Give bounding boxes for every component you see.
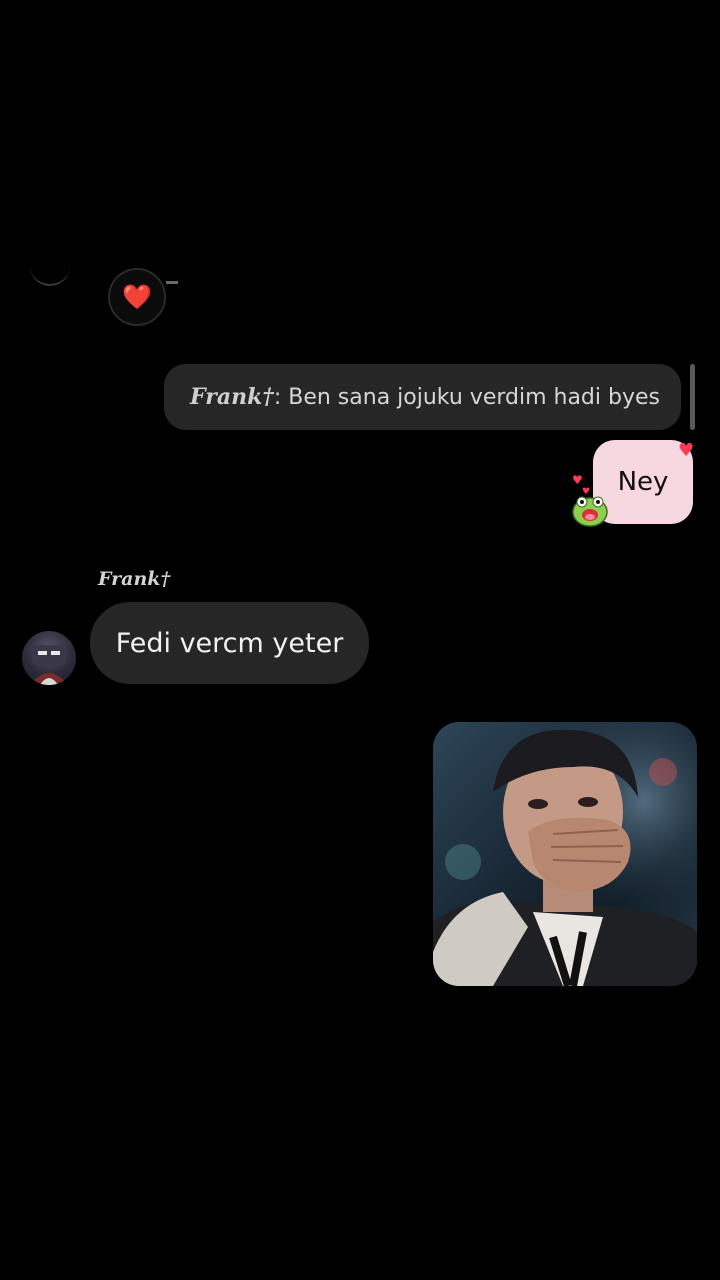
reaction-emoji: ❤️ <box>122 283 152 311</box>
photo-message[interactable] <box>433 722 697 986</box>
svg-text:♥: ♥ <box>582 487 590 497</box>
reply-preview[interactable]: Frank†: Ben sana jojuku verdim hadi byes <box>164 364 681 430</box>
reply-indicator-bar <box>690 364 695 430</box>
reply-separator: : <box>273 384 282 410</box>
received-message-bubble[interactable]: Fedi vercm yeter <box>90 602 369 684</box>
svg-text:♥: ♥ <box>572 473 583 487</box>
frog-sticker-icon: ♥ ♥ <box>572 473 608 527</box>
reply-author: Frank† <box>190 384 274 410</box>
reply-text: Ben sana jojuku verdim hadi byes <box>281 384 660 410</box>
avatar-image <box>30 645 68 685</box>
photo-image <box>433 722 697 986</box>
partial-avatar <box>30 258 70 286</box>
heart-reaction-icon[interactable]: ❤️ <box>108 268 166 326</box>
avatar[interactable] <box>22 631 76 685</box>
sender-name: Frank† <box>98 568 171 590</box>
sent-message-text: Ney <box>617 467 669 497</box>
received-message-text: Fedi vercm yeter <box>115 627 344 659</box>
reaction-divider <box>166 281 178 284</box>
heart-decor-icon: ♥ <box>678 440 695 461</box>
